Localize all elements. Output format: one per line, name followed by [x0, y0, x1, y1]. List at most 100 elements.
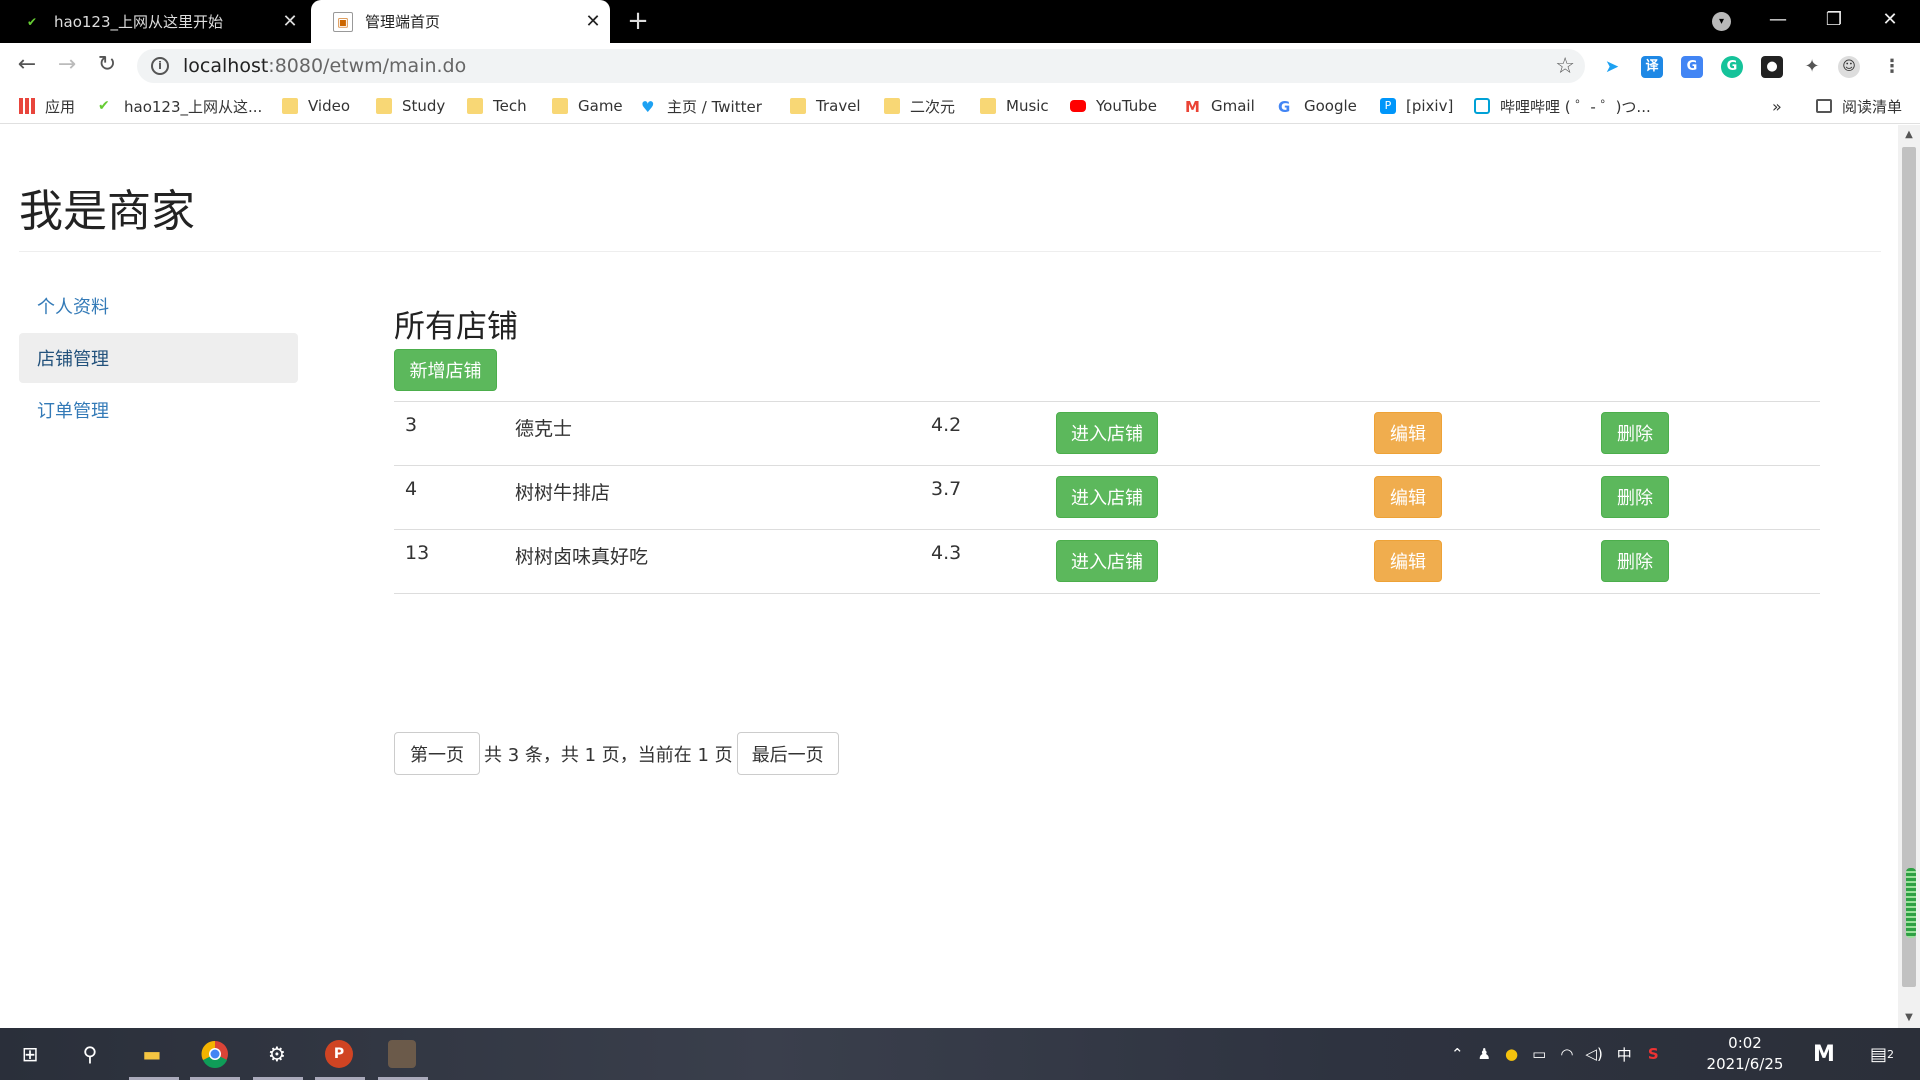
- folder-icon: [282, 98, 298, 114]
- tray-app-icon[interactable]: ●: [1505, 1045, 1518, 1063]
- sogou-icon[interactable]: S: [1648, 1045, 1659, 1063]
- bookmark-youtube[interactable]: YouTube: [1070, 94, 1157, 118]
- translate-extension-icon[interactable]: 译: [1641, 56, 1663, 78]
- shop-table: 3 德克士 4.2 进入店铺 编辑 删除 4 树树牛排店 3.7 进入店铺 编辑…: [394, 401, 1820, 594]
- file-explorer-icon[interactable]: ▬: [133, 1035, 171, 1073]
- bookmark-google[interactable]: G Google: [1278, 94, 1357, 118]
- close-tab-icon[interactable]: ✕: [576, 11, 610, 32]
- shop-id: 13: [405, 542, 430, 564]
- scroll-up-icon[interactable]: ▲: [1898, 125, 1920, 145]
- notification-center-icon[interactable]: ▤ 2: [1863, 1035, 1901, 1073]
- enter-shop-button[interactable]: 进入店铺: [1056, 540, 1158, 582]
- main-panel: 所有店铺 新增店铺 3 德克士 4.2 进入店铺 编辑 删除 4 树树牛排店 3…: [394, 301, 1820, 775]
- bookmark-folder-game[interactable]: Game: [552, 94, 623, 118]
- sidebar-item-shop-management[interactable]: 店铺管理: [19, 333, 298, 383]
- bookmark-folder-video[interactable]: Video: [282, 94, 350, 118]
- bird-extension-icon[interactable]: ➤: [1601, 56, 1623, 78]
- site-info-icon[interactable]: i: [151, 57, 169, 75]
- delete-shop-button[interactable]: 删除: [1601, 540, 1669, 582]
- folder-icon: [552, 98, 568, 114]
- bookmark-pixiv[interactable]: P [pixiv]: [1380, 94, 1453, 118]
- twitter-icon: ♥: [641, 98, 655, 116]
- grammarly-icon[interactable]: G: [1721, 56, 1743, 78]
- reading-list[interactable]: 阅读清单: [1815, 94, 1902, 118]
- hao123-icon: ✔: [98, 98, 110, 114]
- tab-hao123[interactable]: ✔ hao123_上网从这里开始 ✕: [0, 0, 307, 43]
- edit-shop-button[interactable]: 编辑: [1374, 540, 1442, 582]
- back-icon[interactable]: ←: [11, 50, 43, 82]
- new-tab-button[interactable]: +: [622, 6, 654, 38]
- notification-count: 2: [1887, 1047, 1894, 1061]
- ime-indicator[interactable]: 中: [1617, 1044, 1632, 1065]
- folder-icon: [980, 98, 996, 114]
- bookmark-apps[interactable]: 应用: [19, 94, 75, 118]
- shop-id: 3: [405, 414, 418, 436]
- folder-icon: [790, 98, 806, 114]
- clock-time: 0:02: [1728, 1034, 1762, 1052]
- delete-shop-button[interactable]: 删除: [1601, 412, 1669, 454]
- clock-date: 2021/6/25: [1706, 1055, 1784, 1073]
- edit-shop-button[interactable]: 编辑: [1374, 412, 1442, 454]
- enter-shop-button[interactable]: 进入店铺: [1056, 476, 1158, 518]
- windows-start-icon[interactable]: ⊞: [11, 1035, 49, 1073]
- close-window-icon[interactable]: ✕: [1862, 0, 1918, 43]
- shop-name: 树树卤味真好吃: [515, 546, 649, 568]
- google-translate-icon[interactable]: G: [1681, 56, 1703, 78]
- reload-icon[interactable]: ↻: [91, 50, 123, 82]
- address-bar[interactable]: i localhost:8080/etwm/main.do ☆: [137, 49, 1585, 83]
- bookmarks-overflow-icon[interactable]: »: [1772, 94, 1782, 118]
- bookmark-folder-tech[interactable]: Tech: [467, 94, 527, 118]
- bookmark-bilibili[interactable]: 哔哩哔哩 ( ゜- ゜)つ...: [1474, 94, 1651, 118]
- first-page-button[interactable]: 第一页: [394, 732, 480, 775]
- close-tab-icon[interactable]: ✕: [273, 11, 307, 32]
- browser-tab-strip: ✔ hao123_上网从这里开始 ✕ ▣ 管理端首页 ✕ + ▾ — ❐ ✕: [0, 0, 1920, 43]
- scrollbar-thumb[interactable]: [1902, 147, 1916, 987]
- pagination: 第一页 共 3 条，共 1 页，当前在 1 页 最后一页: [394, 732, 839, 775]
- volume-icon[interactable]: ◁): [1585, 1045, 1602, 1063]
- bookmark-folder-travel[interactable]: Travel: [790, 94, 861, 118]
- bookmarks-bar: 应用 ✔ hao123_上网从这... Video Study Tech Game…: [0, 88, 1920, 124]
- google-icon: G: [1278, 98, 1291, 116]
- extension-icon[interactable]: ●: [1761, 56, 1783, 78]
- delete-shop-button[interactable]: 删除: [1601, 476, 1669, 518]
- search-icon[interactable]: ⚲: [71, 1035, 109, 1073]
- minimize-icon[interactable]: —: [1750, 0, 1806, 43]
- tray-overflow-icon[interactable]: ⌃: [1451, 1045, 1464, 1063]
- tab-admin-home[interactable]: ▣ 管理端首页 ✕: [311, 0, 610, 43]
- avatar[interactable]: ☺: [1838, 56, 1860, 78]
- bookmark-gmail[interactable]: M Gmail: [1185, 94, 1255, 118]
- bookmark-folder-acg[interactable]: 二次元: [884, 94, 955, 118]
- bookmark-folder-music[interactable]: Music: [980, 94, 1049, 118]
- bookmark-twitter[interactable]: ♥ 主页 / Twitter: [641, 94, 762, 118]
- shop-name: 树树牛排店: [515, 482, 611, 504]
- divider: [19, 251, 1881, 252]
- forward-icon[interactable]: →: [51, 50, 83, 82]
- bookmark-hao123[interactable]: ✔ hao123_上网从这...: [98, 94, 262, 118]
- shop-name: 德克士: [515, 418, 573, 440]
- extensions-puzzle-icon[interactable]: ✦: [1801, 56, 1823, 78]
- restore-icon[interactable]: ❐: [1806, 0, 1862, 43]
- powerpoint-icon[interactable]: P: [320, 1035, 358, 1073]
- system-clock[interactable]: 0:02 2021/6/25: [1705, 1033, 1785, 1075]
- edit-shop-button[interactable]: 编辑: [1374, 476, 1442, 518]
- menu-kebab-icon[interactable]: ⋮: [1881, 56, 1903, 78]
- sidebar-item-order-management[interactable]: 订单管理: [19, 385, 298, 435]
- last-page-button[interactable]: 最后一页: [736, 732, 839, 775]
- mail-app-icon[interactable]: M: [1805, 1035, 1843, 1073]
- enter-shop-button[interactable]: 进入店铺: [1056, 412, 1158, 454]
- shop-id: 4: [405, 478, 418, 500]
- tab-search-icon[interactable]: ▾: [1712, 12, 1731, 31]
- sidebar-item-profile[interactable]: 个人资料: [19, 281, 298, 331]
- bookmark-star-icon[interactable]: ☆: [1555, 54, 1575, 79]
- wifi-icon[interactable]: ◠: [1560, 1045, 1573, 1063]
- shop-score: 3.7: [931, 478, 962, 500]
- chrome-icon[interactable]: [196, 1035, 234, 1073]
- scroll-down-icon[interactable]: ▼: [1898, 1008, 1920, 1028]
- game-app-icon[interactable]: [383, 1035, 421, 1073]
- gear-app-icon[interactable]: ⚙: [258, 1035, 296, 1073]
- add-shop-button[interactable]: 新增店铺: [394, 349, 497, 391]
- bookmark-folder-study[interactable]: Study: [376, 94, 445, 118]
- volume-indicator: [1906, 868, 1916, 938]
- qq-icon[interactable]: ♟: [1478, 1045, 1491, 1063]
- battery-icon[interactable]: ▭: [1532, 1045, 1546, 1063]
